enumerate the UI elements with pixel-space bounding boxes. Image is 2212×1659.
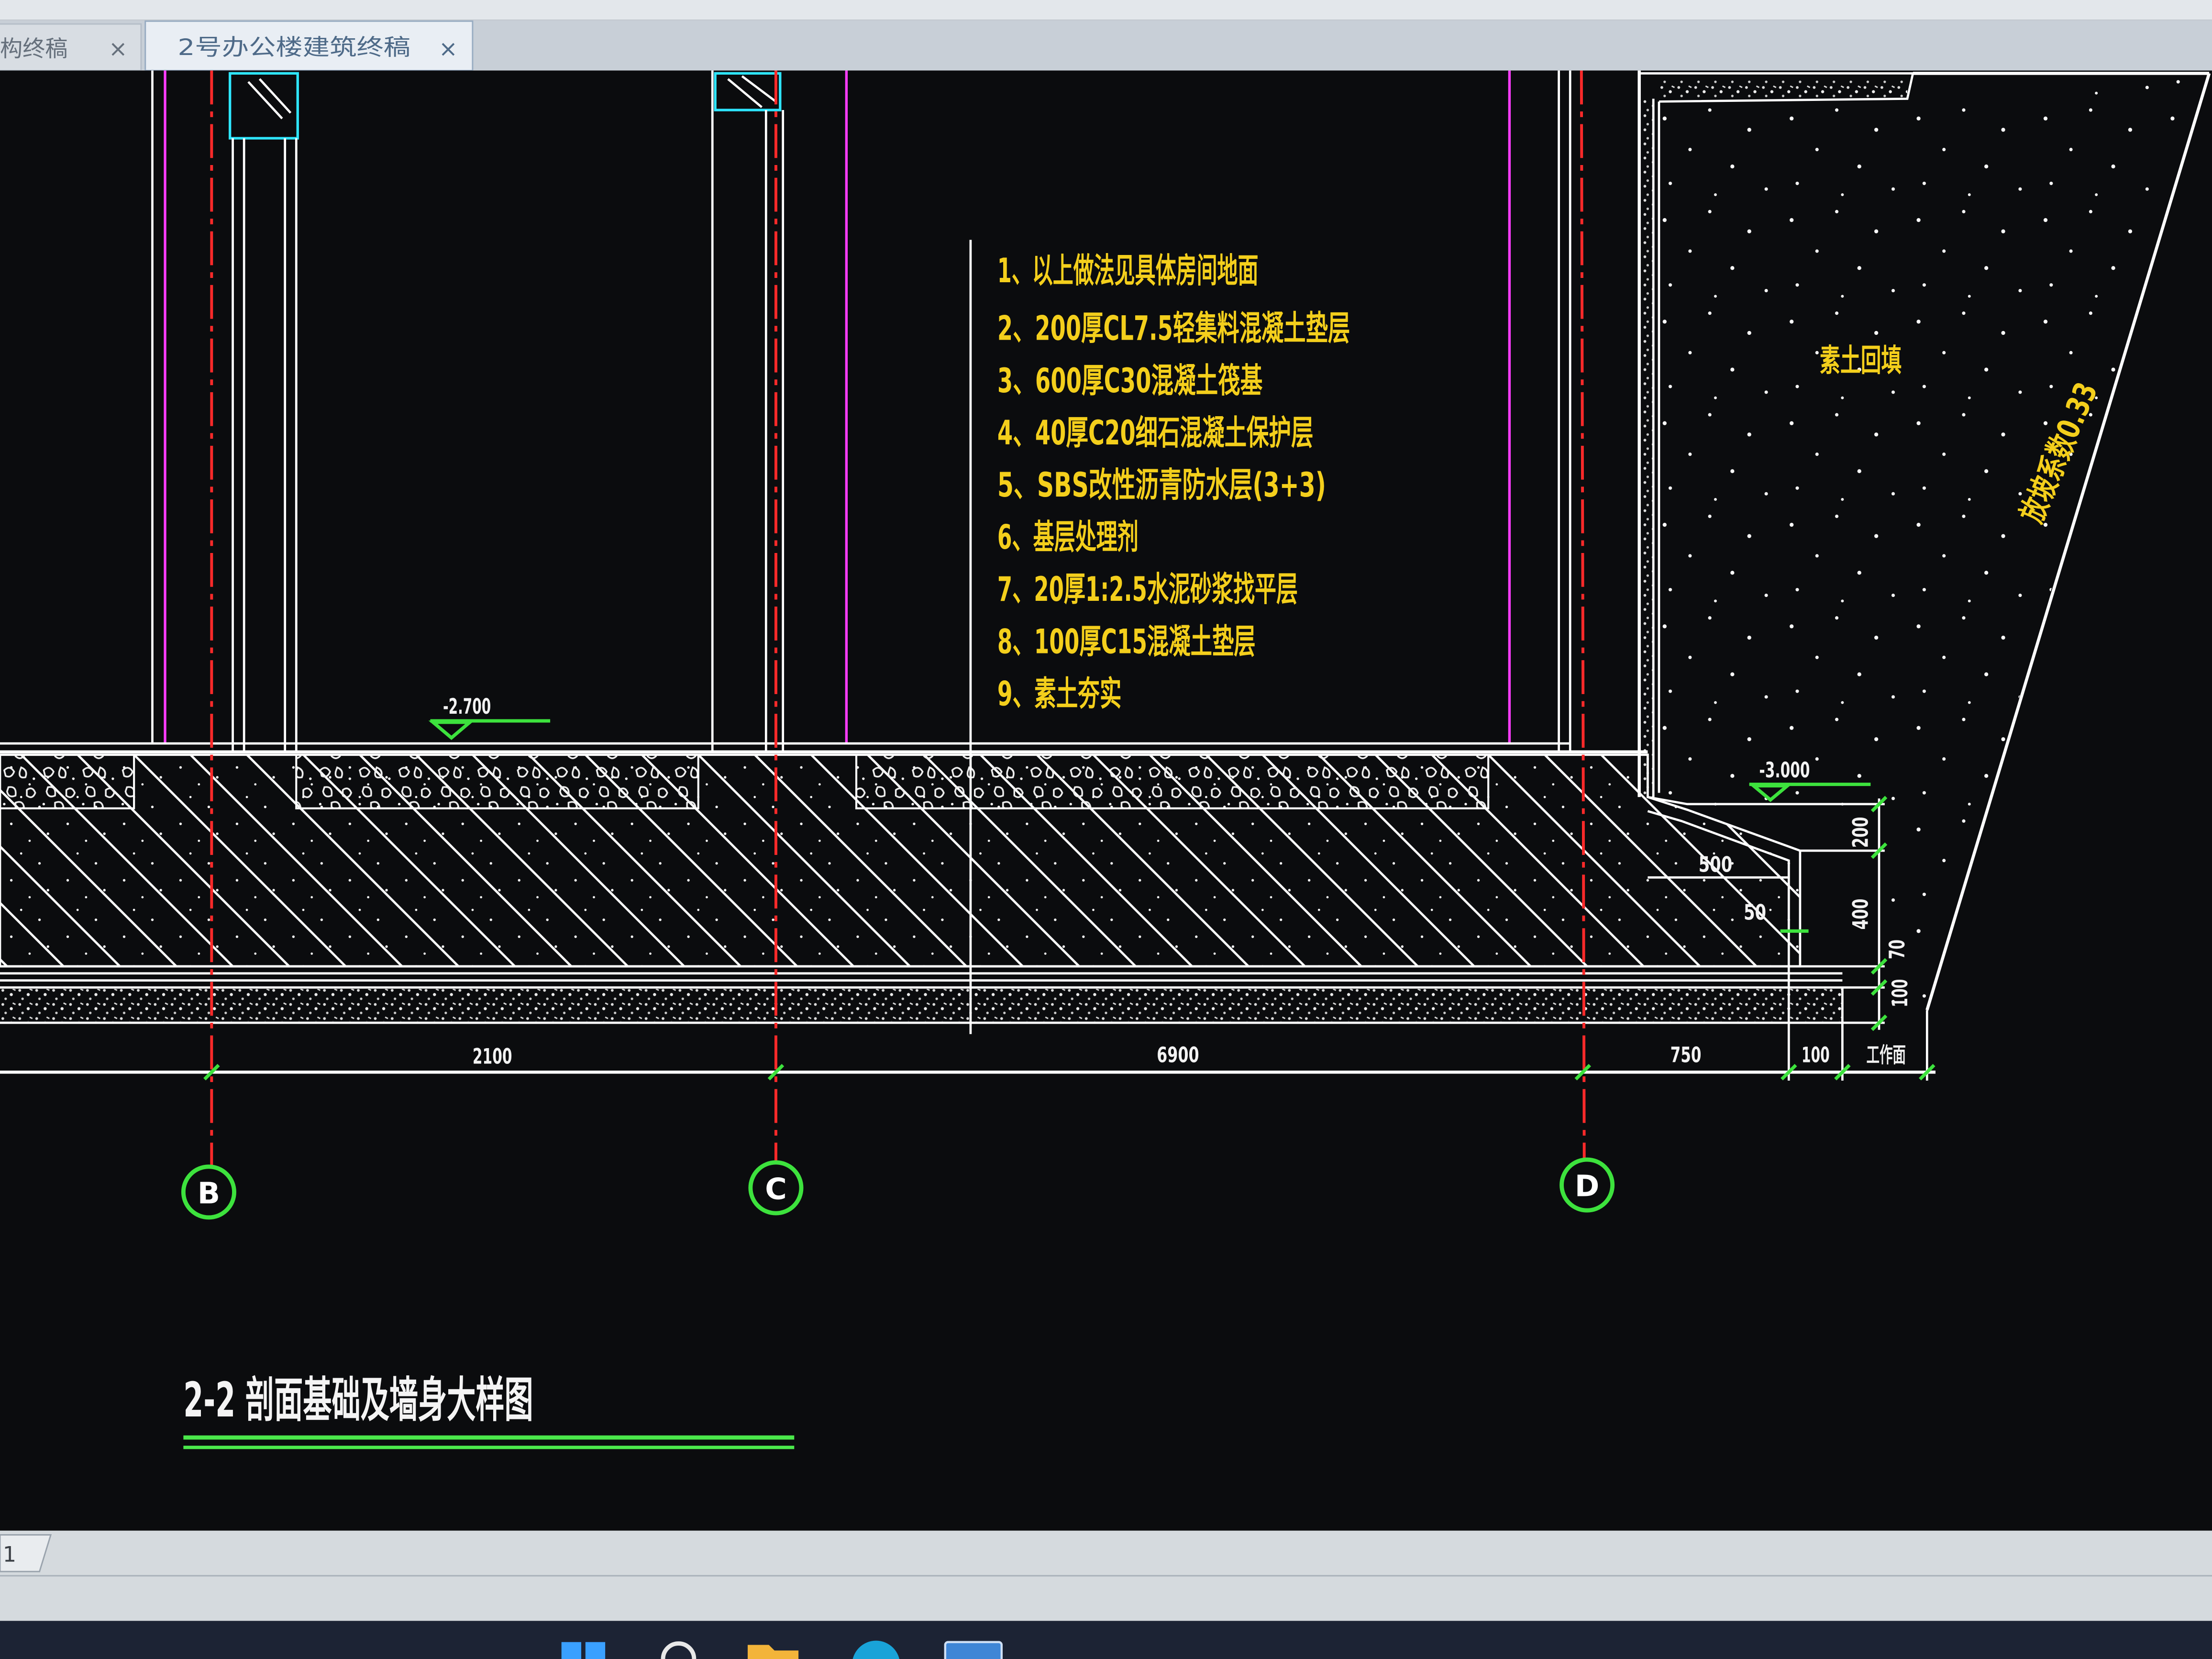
app-window-icon[interactable] <box>944 1641 1003 1659</box>
menu-bar <box>0 0 2212 20</box>
cad-window: 构终稿 × 2号办公楼建筑终稿 × 素土回填 放坡系数0.33 500 50 2… <box>0 0 2212 1659</box>
taskbar <box>0 1621 2212 1659</box>
elevation-text: -3.000 <box>1759 758 1810 783</box>
note-item: 5、SBS改性沥青防水层(3+3) <box>997 465 1326 505</box>
axis-label: D <box>1575 1169 1599 1204</box>
axis-bubble-b: B <box>181 1164 236 1220</box>
dim-vertical-400: 400 <box>1848 899 1873 930</box>
dim-wall-offset: 750 <box>1670 1043 1702 1068</box>
wall-top-upturn <box>1659 80 1908 99</box>
dim-vertical-100: 100 <box>1888 979 1913 1007</box>
note-item: 4、40厚C20细石混凝土保护层 <box>997 413 1314 453</box>
backfill-label: 素土回填 <box>1820 343 1902 379</box>
note-item: 7、20厚1:2.5水泥砂浆找平层 <box>997 569 1298 609</box>
wall-waterproof-layer <box>1643 99 1654 797</box>
dim-step-500: 500 <box>1699 852 1733 877</box>
tab-close-icon[interactable]: × <box>109 36 128 62</box>
dim-working-face: 工作面 <box>1867 1043 1906 1068</box>
drawing-title: 2-2 剖面基础及墙身大样图 <box>183 1372 533 1428</box>
note-item: 1、以上做法见具体房间地面 <box>997 251 1259 290</box>
tab-structure-final[interactable]: 构终稿 × <box>0 23 142 71</box>
note-item: 3、600厚C30混凝土筏基 <box>997 361 1263 400</box>
dim-span-c-d: 6900 <box>1157 1043 1199 1068</box>
tab-label: 构终稿 <box>0 36 68 62</box>
lightweight-fill-layer <box>295 753 699 809</box>
tab-building-final[interactable]: 2号办公楼建筑终稿 × <box>144 20 474 71</box>
note-item: 2、200厚CL7.5轻集料混凝土垫层 <box>997 309 1350 348</box>
axis-label: B <box>198 1176 220 1210</box>
tab-label: 2号办公楼建筑终稿 <box>178 34 411 61</box>
start-icon-pane[interactable] <box>561 1642 581 1659</box>
lightweight-fill-layer <box>0 753 135 809</box>
note-item: 9、素土夯实 <box>997 674 1122 713</box>
dim-vertical-70: 70 <box>1885 940 1910 959</box>
note-item: 8、100厚C15混凝土垫层 <box>997 621 1256 661</box>
dim-vertical-200: 200 <box>1848 817 1873 848</box>
axis-bubble-c: C <box>748 1160 804 1216</box>
axis-label: C <box>765 1172 786 1206</box>
dim-step-50: 50 <box>1744 901 1766 925</box>
lightweight-fill-layer <box>855 753 1490 809</box>
tab-close-icon[interactable]: × <box>439 36 458 62</box>
layout-tab-label: 1 <box>3 1543 16 1567</box>
note-item: 6、基层处理剂 <box>997 517 1139 557</box>
c15-bedding-layer <box>0 989 1843 1022</box>
dim-span-b-c: 2100 <box>473 1045 512 1069</box>
dim-bedding-offset: 100 <box>1802 1043 1830 1068</box>
axis-bubble-d: D <box>1559 1157 1615 1213</box>
elevation-text: -2.700 <box>443 695 491 719</box>
start-icon-pane[interactable] <box>585 1642 606 1659</box>
